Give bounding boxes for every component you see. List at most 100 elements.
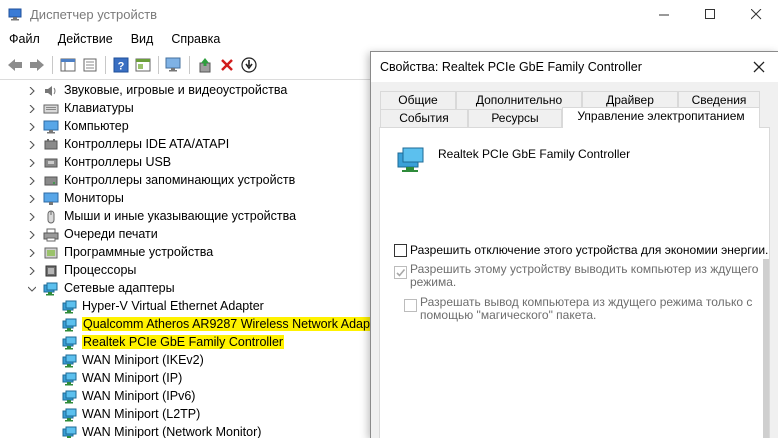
help-button[interactable]: ? xyxy=(110,54,132,76)
network-adapter-icon xyxy=(62,426,77,438)
disable-device-button[interactable] xyxy=(238,54,260,76)
help-icon: ? xyxy=(113,57,129,73)
properties-button[interactable] xyxy=(79,54,101,76)
minimize-button[interactable] xyxy=(641,0,687,28)
expand-toggle[interactable] xyxy=(27,86,37,96)
tree-category-label: Компьютер xyxy=(64,119,129,133)
tree-device[interactable]: Hyper-V Virtual Ethernet Adapter xyxy=(0,298,370,316)
expand-toggle[interactable] xyxy=(27,122,37,132)
tree-device[interactable]: Qualcomm Atheros AR9287 Wireless Network… xyxy=(0,316,386,334)
scrollbar[interactable] xyxy=(763,259,769,438)
maximize-icon xyxy=(704,8,715,19)
usb-icon xyxy=(44,158,58,168)
tab-power-management[interactable]: Управление электропитанием xyxy=(562,107,760,128)
expand-toggle[interactable] xyxy=(27,266,37,276)
toolbar-separator xyxy=(158,56,159,74)
network-adapter-icon xyxy=(397,147,424,172)
arrow-right-icon xyxy=(30,59,44,71)
network-adapter-icon xyxy=(62,408,77,422)
processor-icon xyxy=(45,265,57,277)
uninstall-device-button[interactable] xyxy=(216,54,238,76)
menu-action[interactable]: Действие xyxy=(49,29,122,51)
tree-category[interactable]: Сетевые адаптеры xyxy=(0,280,370,298)
chevron-right-icon xyxy=(29,141,35,149)
dialog-close-button[interactable] xyxy=(744,54,774,80)
tree-category-label: Контроллеры запоминающих устройств xyxy=(64,173,296,187)
tree-device-label: Realtek PCIe GbE Family Controller xyxy=(82,335,285,349)
expand-toggle[interactable] xyxy=(27,194,37,204)
tree-device[interactable]: WAN Miniport (IKEv2) xyxy=(0,352,370,370)
tree-category[interactable]: Клавиатуры xyxy=(0,100,370,118)
expand-toggle[interactable] xyxy=(27,212,37,222)
computer-icon xyxy=(43,120,59,134)
expand-toggle[interactable] xyxy=(27,248,37,258)
tab-general[interactable]: Общие xyxy=(380,91,456,109)
power-management-panel: Realtek PCIe GbE Family Controller Разре… xyxy=(379,127,770,438)
minimize-icon xyxy=(658,14,669,15)
network-adapter-icon xyxy=(62,336,77,350)
tree-device[interactable]: WAN Miniport (IPv6) xyxy=(0,388,370,406)
network-adapter-icon xyxy=(62,318,77,332)
network-adapter-icon xyxy=(62,300,77,314)
chevron-right-icon xyxy=(29,159,35,167)
menu-help[interactable]: Справка xyxy=(162,29,229,51)
tab-resources[interactable]: Ресурсы xyxy=(468,109,562,127)
chevron-down-icon xyxy=(28,286,36,292)
tree-category[interactable]: Мониторы xyxy=(0,190,370,208)
tree-category[interactable]: Контроллеры запоминающих устройств xyxy=(0,172,370,190)
magic-packet-checkbox[interactable] xyxy=(404,299,417,312)
allow-turn-off-label: Разрешить отключение этого устройства дл… xyxy=(410,243,769,257)
expand-toggle[interactable] xyxy=(27,140,37,150)
update-driver-button[interactable] xyxy=(194,54,216,76)
tree-category[interactable]: Компьютер xyxy=(0,118,370,136)
tree-device-label: Hyper-V Virtual Ethernet Adapter xyxy=(82,299,264,313)
close-icon xyxy=(753,61,765,73)
allow-wake-label-line1: Разрешить этому устройству выводить комп… xyxy=(410,262,759,276)
tree-category[interactable]: Контроллеры IDE ATA/ATAPI xyxy=(0,136,370,154)
tree-device[interactable]: Realtek PCIe GbE Family Controller xyxy=(0,334,370,352)
tab-events[interactable]: События xyxy=(380,109,468,127)
tree-category[interactable]: Программные устройства xyxy=(0,244,370,262)
allow-turn-off-checkbox[interactable] xyxy=(394,244,407,257)
menu-view[interactable]: Вид xyxy=(122,29,163,51)
tree-category-label: Контроллеры USB xyxy=(64,155,172,169)
tree-category-label: Контроллеры IDE ATA/ATAPI xyxy=(64,137,230,151)
network-adapter-icon xyxy=(43,282,58,296)
tree-category-label: Очереди печати xyxy=(64,227,158,241)
expand-toggle[interactable] xyxy=(27,230,37,240)
close-button[interactable] xyxy=(733,0,778,28)
forward-button[interactable] xyxy=(26,54,48,76)
tree-category-label: Звуковые, игровые и видеоустройства xyxy=(64,83,288,97)
toolbar-separator xyxy=(52,56,53,74)
tree-category-label: Программные устройства xyxy=(64,245,214,259)
tree-device[interactable]: WAN Miniport (L2TP) xyxy=(0,406,370,424)
tree-device[interactable]: WAN Miniport (Network Monitor) xyxy=(0,424,370,438)
show-hide-tree-button[interactable] xyxy=(57,54,79,76)
tree-category[interactable]: Очереди печати xyxy=(0,226,370,244)
ide-controller-icon xyxy=(44,139,58,150)
expand-toggle[interactable] xyxy=(27,176,37,186)
view-button[interactable] xyxy=(132,54,154,76)
tree-device-label: WAN Miniport (IP) xyxy=(82,371,183,385)
keyboard-icon xyxy=(43,104,59,114)
expand-toggle[interactable] xyxy=(27,104,37,114)
storage-controller-icon xyxy=(44,176,58,186)
menu-file[interactable]: Файл xyxy=(0,29,49,51)
tree-category[interactable]: Звуковые, игровые и видеоустройства xyxy=(0,82,370,100)
network-adapter-icon xyxy=(62,372,77,386)
expand-toggle[interactable] xyxy=(27,158,37,168)
allow-wake-checkbox[interactable] xyxy=(394,266,407,279)
expand-toggle[interactable] xyxy=(27,284,37,294)
maximize-button[interactable] xyxy=(687,0,733,28)
chevron-right-icon xyxy=(29,87,35,95)
window-view-icon xyxy=(135,58,151,72)
scan-hardware-icon xyxy=(165,57,181,72)
tree-device[interactable]: WAN Miniport (IP) xyxy=(0,370,370,388)
back-button[interactable] xyxy=(4,54,26,76)
tree-category[interactable]: Контроллеры USB xyxy=(0,154,370,172)
tree-category[interactable]: Процессоры xyxy=(0,262,370,280)
tree-category[interactable]: Мыши и иные указывающие устройства xyxy=(0,208,370,226)
tree-device-label: WAN Miniport (Network Monitor) xyxy=(82,425,262,438)
tree-device-label: WAN Miniport (IPv6) xyxy=(82,389,196,403)
scan-hardware-button[interactable] xyxy=(163,54,185,76)
